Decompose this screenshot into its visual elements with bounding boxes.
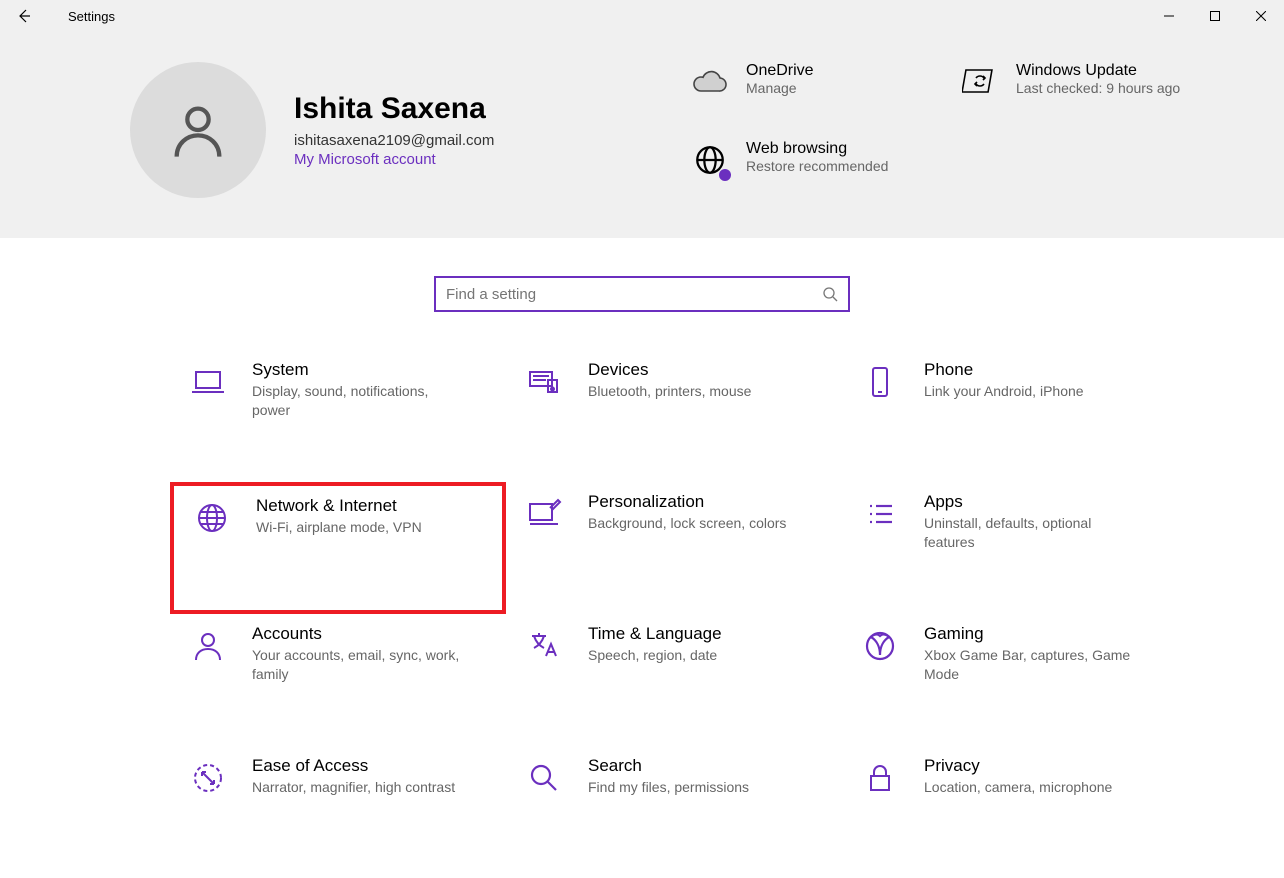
- status-dot-icon: [719, 169, 731, 181]
- tile-title: Web browsing: [746, 140, 888, 158]
- category-subtitle: Find my files, permissions: [588, 778, 749, 797]
- minimize-button[interactable]: [1146, 0, 1192, 32]
- back-button[interactable]: [0, 0, 48, 32]
- category-ease-of-access[interactable]: Ease of Access Narrator, magnifier, high …: [170, 746, 506, 878]
- category-network[interactable]: Network & Internet Wi-Fi, airplane mode, …: [170, 482, 506, 614]
- category-system[interactable]: SystemDisplay, sound, notifications, pow…: [170, 350, 506, 482]
- tile-title: OneDrive: [746, 62, 814, 80]
- window-title: Settings: [48, 9, 115, 24]
- refresh-icon: [960, 62, 1000, 102]
- category-privacy[interactable]: Privacy Location, camera, microphone: [842, 746, 1178, 878]
- category-title: Time & Language: [588, 624, 722, 644]
- laptop-icon: [186, 360, 230, 404]
- category-search[interactable]: Search Find my files, permissions: [506, 746, 842, 878]
- category-subtitle: Wi-Fi, airplane mode, VPN: [256, 518, 422, 537]
- category-subtitle: Location, camera, microphone: [924, 778, 1112, 797]
- category-title: Privacy: [924, 756, 1112, 776]
- category-devices[interactable]: Devices Bluetooth, printers, mouse: [506, 350, 842, 482]
- globe-icon: [690, 140, 730, 180]
- profile-block[interactable]: Ishita Saxena ishitasaxena2109@gmail.com…: [130, 62, 630, 198]
- profile-email: ishitasaxena2109@gmail.com: [294, 132, 494, 149]
- minimize-icon: [1164, 11, 1174, 21]
- category-title: Apps: [924, 492, 1134, 512]
- category-title: Phone: [924, 360, 1084, 380]
- avatar: [130, 62, 266, 198]
- tile-subtitle: Manage: [746, 80, 814, 96]
- category-personalization[interactable]: Personalization Background, lock screen, …: [506, 482, 842, 614]
- search-icon: [822, 286, 838, 302]
- category-subtitle: Display, sound, notifications, power: [252, 382, 462, 420]
- microsoft-account-link[interactable]: My Microsoft account: [294, 151, 494, 168]
- category-title: Network & Internet: [256, 496, 422, 516]
- status-tiles: OneDrive Manage Windows Update Last chec…: [690, 62, 1250, 198]
- tile-web-browsing[interactable]: Web browsing Restore recommended: [690, 140, 940, 198]
- category-subtitle: Speech, region, date: [588, 646, 722, 665]
- tile-title: Windows Update: [1016, 62, 1180, 80]
- category-accounts[interactable]: AccountsYour accounts, email, sync, work…: [170, 614, 506, 746]
- titlebar: Settings: [0, 0, 1284, 32]
- search-box[interactable]: [434, 276, 850, 312]
- category-title: System: [252, 360, 462, 380]
- person-icon: [166, 98, 230, 162]
- cloud-icon: [690, 62, 730, 102]
- globe-wire-icon: [190, 496, 234, 540]
- tile-subtitle: Restore recommended: [746, 158, 888, 174]
- close-icon: [1256, 11, 1266, 21]
- category-subtitle: Bluetooth, printers, mouse: [588, 382, 751, 401]
- maximize-icon: [1210, 11, 1220, 21]
- phone-icon: [858, 360, 902, 404]
- category-title: Ease of Access: [252, 756, 455, 776]
- category-title: Accounts: [252, 624, 462, 644]
- language-icon: [522, 624, 566, 668]
- search-row: [0, 238, 1284, 350]
- close-button[interactable]: [1238, 0, 1284, 32]
- category-gaming[interactable]: GamingXbox Game Bar, captures, Game Mode: [842, 614, 1178, 746]
- paint-icon: [522, 492, 566, 536]
- profile-name: Ishita Saxena: [294, 92, 494, 126]
- category-phone[interactable]: Phone Link your Android, iPhone: [842, 350, 1178, 482]
- category-title: Gaming: [924, 624, 1134, 644]
- category-subtitle: Your accounts, email, sync, work, family: [252, 646, 462, 684]
- profile-text: Ishita Saxena ishitasaxena2109@gmail.com…: [294, 92, 494, 168]
- tile-onedrive[interactable]: OneDrive Manage: [690, 62, 940, 120]
- xbox-icon: [858, 624, 902, 668]
- search-input[interactable]: [446, 286, 822, 303]
- accessibility-icon: [186, 756, 230, 800]
- arrow-left-icon: [16, 8, 32, 24]
- category-apps[interactable]: AppsUninstall, defaults, optional featur…: [842, 482, 1178, 614]
- profile-header: Ishita Saxena ishitasaxena2109@gmail.com…: [0, 32, 1284, 238]
- category-time[interactable]: Time & Language Speech, region, date: [506, 614, 842, 746]
- list-icon: [858, 492, 902, 536]
- window-controls: [1146, 0, 1284, 32]
- magnify-icon: [522, 756, 566, 800]
- keyboard-icon: [522, 360, 566, 404]
- lock-icon: [858, 756, 902, 800]
- category-title: Devices: [588, 360, 751, 380]
- tile-windows-update[interactable]: Windows Update Last checked: 9 hours ago: [960, 62, 1210, 120]
- category-subtitle: Link your Android, iPhone: [924, 382, 1084, 401]
- category-title: Search: [588, 756, 749, 776]
- category-subtitle: Uninstall, defaults, optional features: [924, 514, 1134, 552]
- category-title: Personalization: [588, 492, 786, 512]
- category-subtitle: Xbox Game Bar, captures, Game Mode: [924, 646, 1134, 684]
- categories-grid: SystemDisplay, sound, notifications, pow…: [0, 350, 1284, 878]
- category-subtitle: Background, lock screen, colors: [588, 514, 786, 533]
- maximize-button[interactable]: [1192, 0, 1238, 32]
- tile-subtitle: Last checked: 9 hours ago: [1016, 80, 1180, 96]
- person-outline-icon: [186, 624, 230, 668]
- category-subtitle: Narrator, magnifier, high contrast: [252, 778, 455, 797]
